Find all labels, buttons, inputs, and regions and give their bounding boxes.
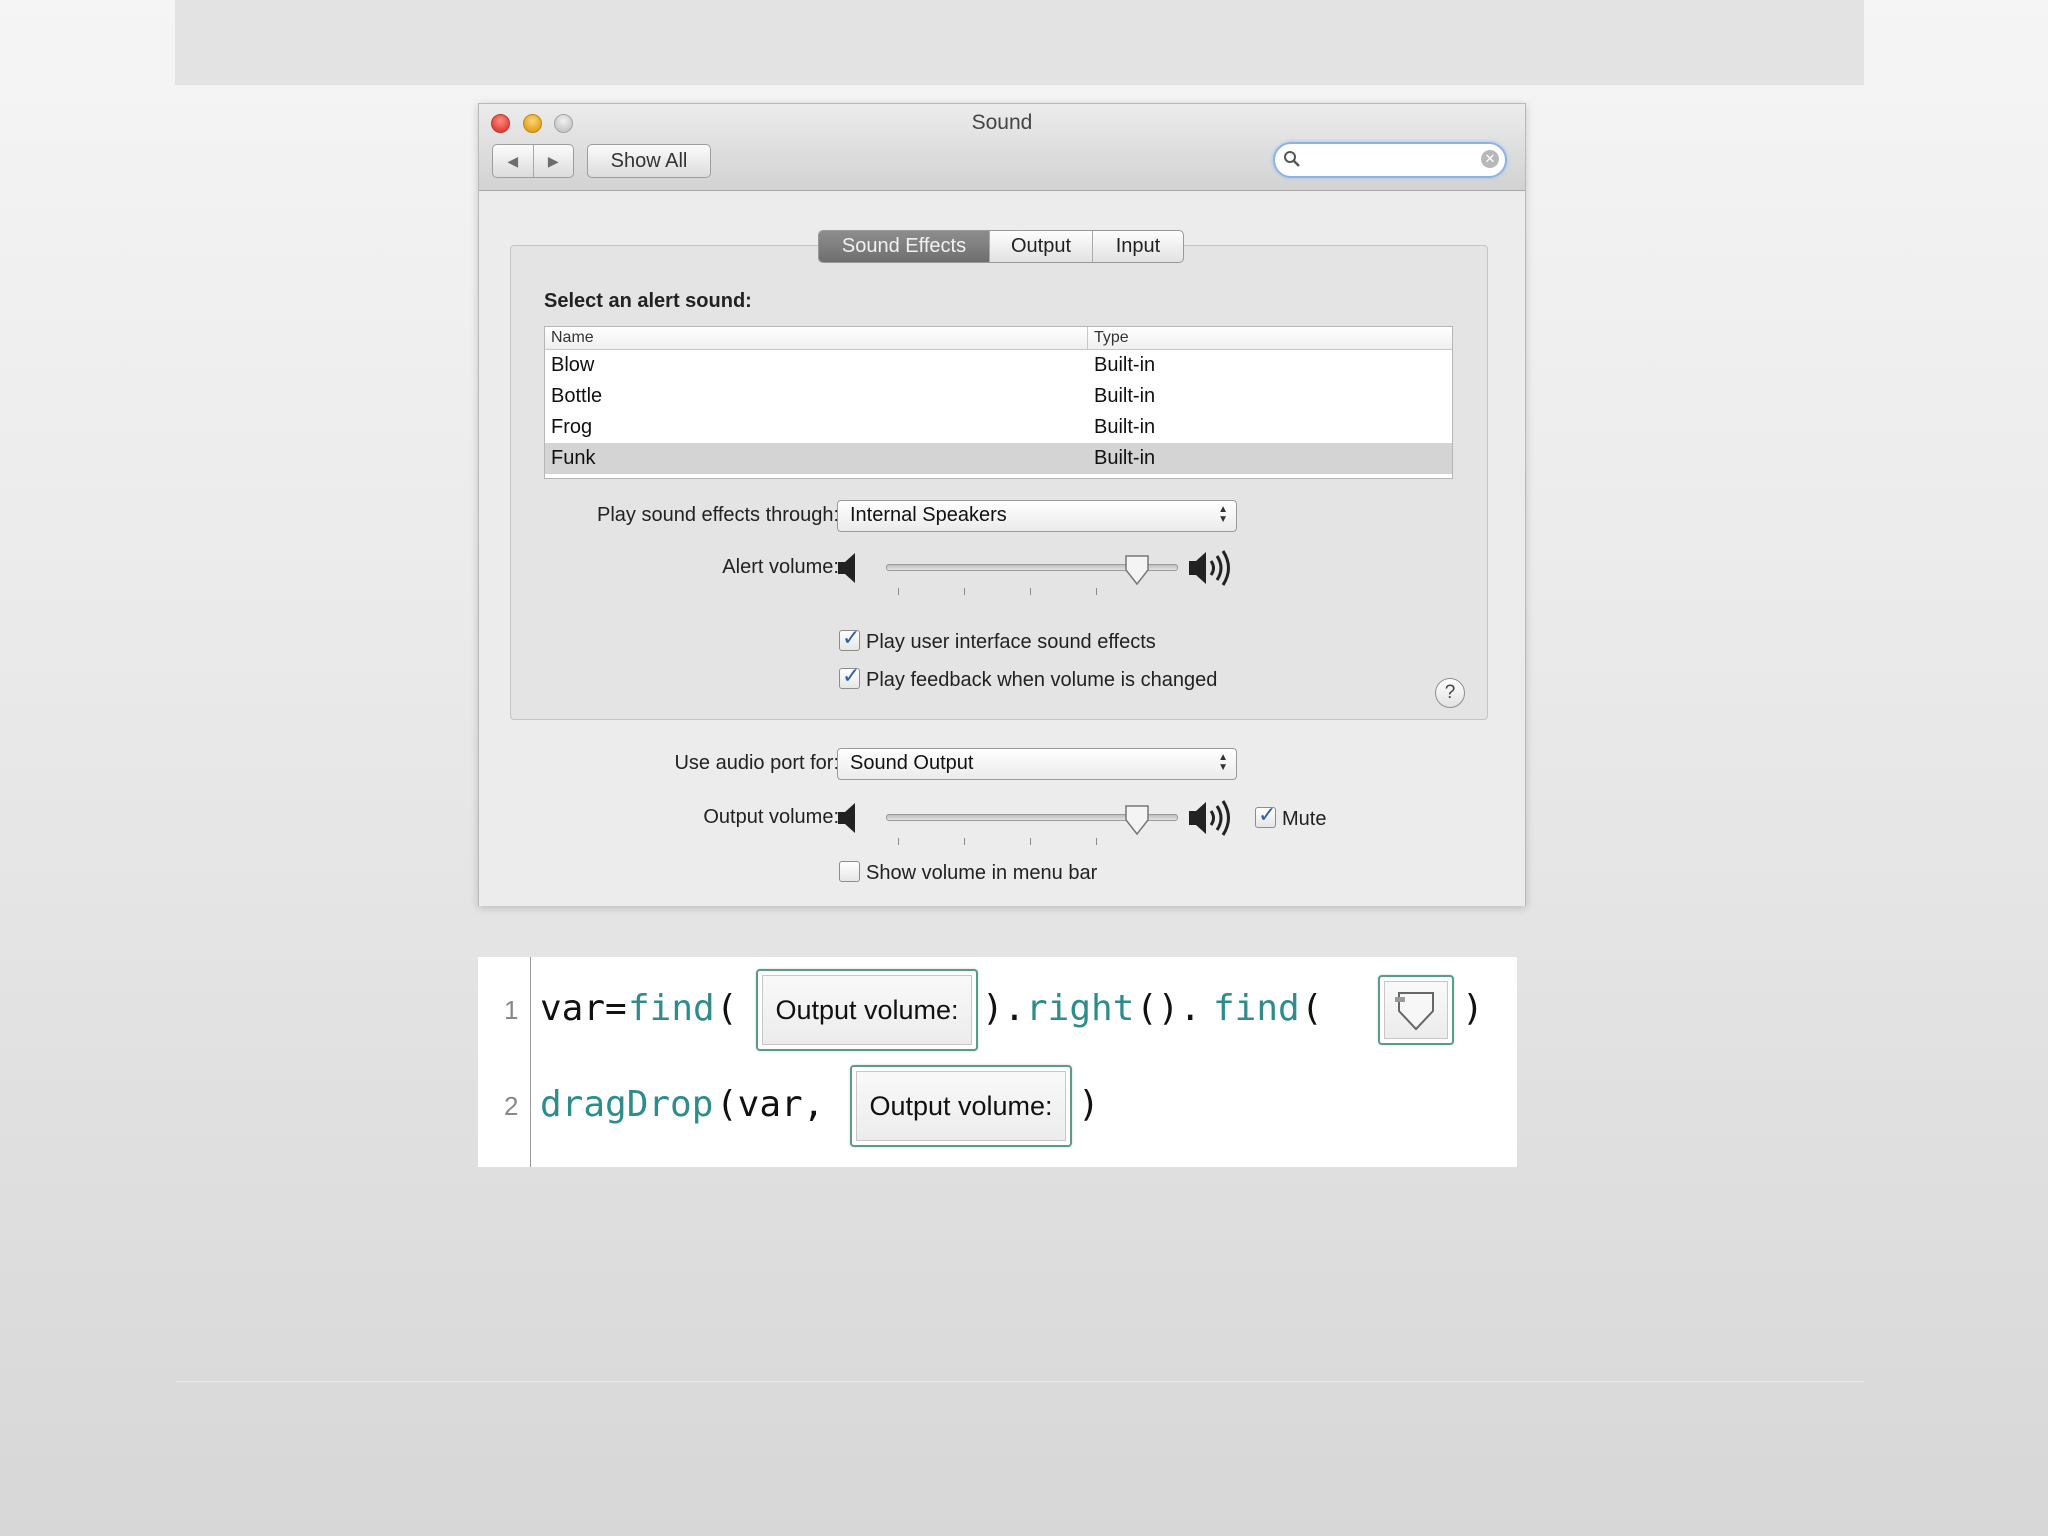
code-token: ( (1301, 988, 1323, 1029)
audio-port-popup[interactable]: Sound Output ▲ ▼ (837, 748, 1237, 780)
tab-output[interactable]: Output (990, 231, 1093, 262)
search-input[interactable] (1307, 148, 1471, 172)
output-volume-label: Output volume: (703, 806, 839, 828)
slider-tick (1096, 588, 1097, 595)
back-arrow-icon[interactable]: ◀ (493, 145, 534, 177)
table-row[interactable]: Bottle Built-in (545, 381, 1452, 412)
table-row[interactable]: Blow Built-in (545, 350, 1452, 381)
back-forward-control: ◀ ▶ (492, 144, 574, 178)
audio-port-value: Sound Output (850, 752, 974, 774)
sound-preferences-window: Sound ◀ ▶ Show All ✕ Sound Effects Outpu… (478, 103, 1526, 906)
code-function-right: right (1026, 988, 1135, 1029)
show-volume-menu-bar-label: Show volume in menu bar (866, 862, 1098, 884)
slider-knob-icon (1395, 992, 1434, 1031)
sound-name: Blow (551, 354, 595, 376)
mute-checkbox[interactable]: ✓ (1255, 802, 1276, 828)
popup-arrows-icon: ▲ ▼ (1218, 504, 1228, 525)
help-button[interactable]: ? (1435, 678, 1465, 708)
slide-bottom-rule (175, 1381, 1864, 1382)
checkmark-icon: ✓ (1258, 802, 1277, 827)
sound-type: Built-in (1094, 385, 1156, 407)
speaker-low-icon (838, 553, 855, 583)
column-header-type[interactable]: Type (1088, 327, 1129, 349)
ui-sounds-checkbox[interactable]: ✓ (839, 625, 860, 651)
show-all-button[interactable]: Show All (587, 144, 711, 178)
slider-tick (898, 588, 899, 595)
tab-bar: Sound Effects Output Input (818, 230, 1184, 263)
sound-name: Funk (551, 447, 596, 469)
window-titlebar: Sound ◀ ▶ Show All ✕ (479, 104, 1525, 191)
sound-name: Frog (551, 416, 593, 438)
play-through-value: Internal Speakers (850, 504, 1007, 526)
checkmark-icon: ✓ (842, 663, 861, 688)
slider-tick (1030, 588, 1031, 595)
show-volume-menu-bar-checkbox[interactable]: ✓ (839, 861, 860, 882)
popup-arrows-icon: ▲ ▼ (1218, 752, 1228, 773)
alert-volume-label: Alert volume: (722, 556, 839, 578)
sound-type: Built-in (1094, 354, 1156, 376)
forward-arrow-icon[interactable]: ▶ (534, 145, 574, 177)
search-icon (1284, 151, 1300, 167)
window-title: Sound (971, 111, 1033, 134)
screenshot-label: Output volume: (762, 975, 972, 1045)
alert-sound-heading: Select an alert sound: (544, 290, 752, 312)
tab-input[interactable]: Input (1093, 231, 1183, 262)
feedback-checkbox[interactable]: ✓ (839, 663, 860, 689)
mute-label: Mute (1282, 808, 1327, 830)
slider-tick (964, 838, 965, 845)
code-token: ). (982, 988, 1026, 1029)
play-through-popup[interactable]: Internal Speakers ▲ ▼ (837, 500, 1237, 532)
table-header: Name Type (545, 327, 1452, 350)
feedback-label: Play feedback when volume is changed (866, 669, 1218, 691)
play-through-label: Play sound effects through: (596, 504, 839, 526)
ui-sounds-label: Play user interface sound effects (866, 631, 1156, 653)
code-token: var= (540, 988, 627, 1029)
sound-type: Built-in (1094, 447, 1156, 469)
speaker-high-icon (1189, 800, 1230, 836)
tab-sound-effects[interactable]: Sound Effects (819, 231, 990, 262)
screenshot-pattern-slider-knob[interactable] (1378, 975, 1454, 1045)
table-row-selected[interactable]: Funk Built-in (545, 443, 1452, 474)
speaker-high-icon (1189, 550, 1230, 586)
code-token: ( (716, 988, 738, 1029)
screenshot-thumbnail (1384, 981, 1448, 1039)
code-function-dragdrop: dragDrop (540, 1084, 714, 1125)
audio-port-label: Use audio port for: (674, 752, 839, 774)
slide-top-bar (175, 0, 1864, 85)
alert-volume-slider-knob[interactable] (1124, 554, 1150, 586)
slider-tick (898, 838, 899, 845)
column-header-name[interactable]: Name (545, 327, 1088, 349)
sound-type: Built-in (1094, 416, 1156, 438)
code-token: (). (1136, 988, 1202, 1029)
output-volume-slider-knob[interactable] (1124, 804, 1150, 836)
code-token: ) (1462, 988, 1484, 1029)
alert-sound-table: Name Type Blow Built-in Bottle Built-in … (544, 326, 1453, 479)
search-field[interactable]: ✕ (1273, 142, 1507, 178)
line-number: 2 (504, 1091, 519, 1121)
code-token: ) (1078, 1084, 1100, 1125)
line-number: 1 (504, 995, 519, 1025)
table-row[interactable]: Frog Built-in (545, 412, 1452, 443)
code-gutter (530, 957, 531, 1167)
speaker-low-icon (838, 803, 855, 833)
code-token: (var, (716, 1084, 825, 1125)
screenshot-label: Output volume: (856, 1071, 1066, 1141)
screenshot-pattern-output-volume[interactable]: Output volume: (850, 1065, 1072, 1147)
code-function-find: find (1213, 988, 1300, 1029)
code-function-find: find (628, 988, 715, 1029)
script-code-panel: 1 2 var= find ( Output volume: ). right … (478, 957, 1517, 1167)
slider-tick (1030, 838, 1031, 845)
sound-name: Bottle (551, 385, 603, 407)
checkmark-icon: ✓ (842, 625, 861, 650)
screenshot-pattern-output-volume[interactable]: Output volume: (756, 969, 978, 1051)
slider-tick (1096, 838, 1097, 845)
clear-search-icon[interactable]: ✕ (1481, 150, 1499, 168)
slider-tick (964, 588, 965, 595)
